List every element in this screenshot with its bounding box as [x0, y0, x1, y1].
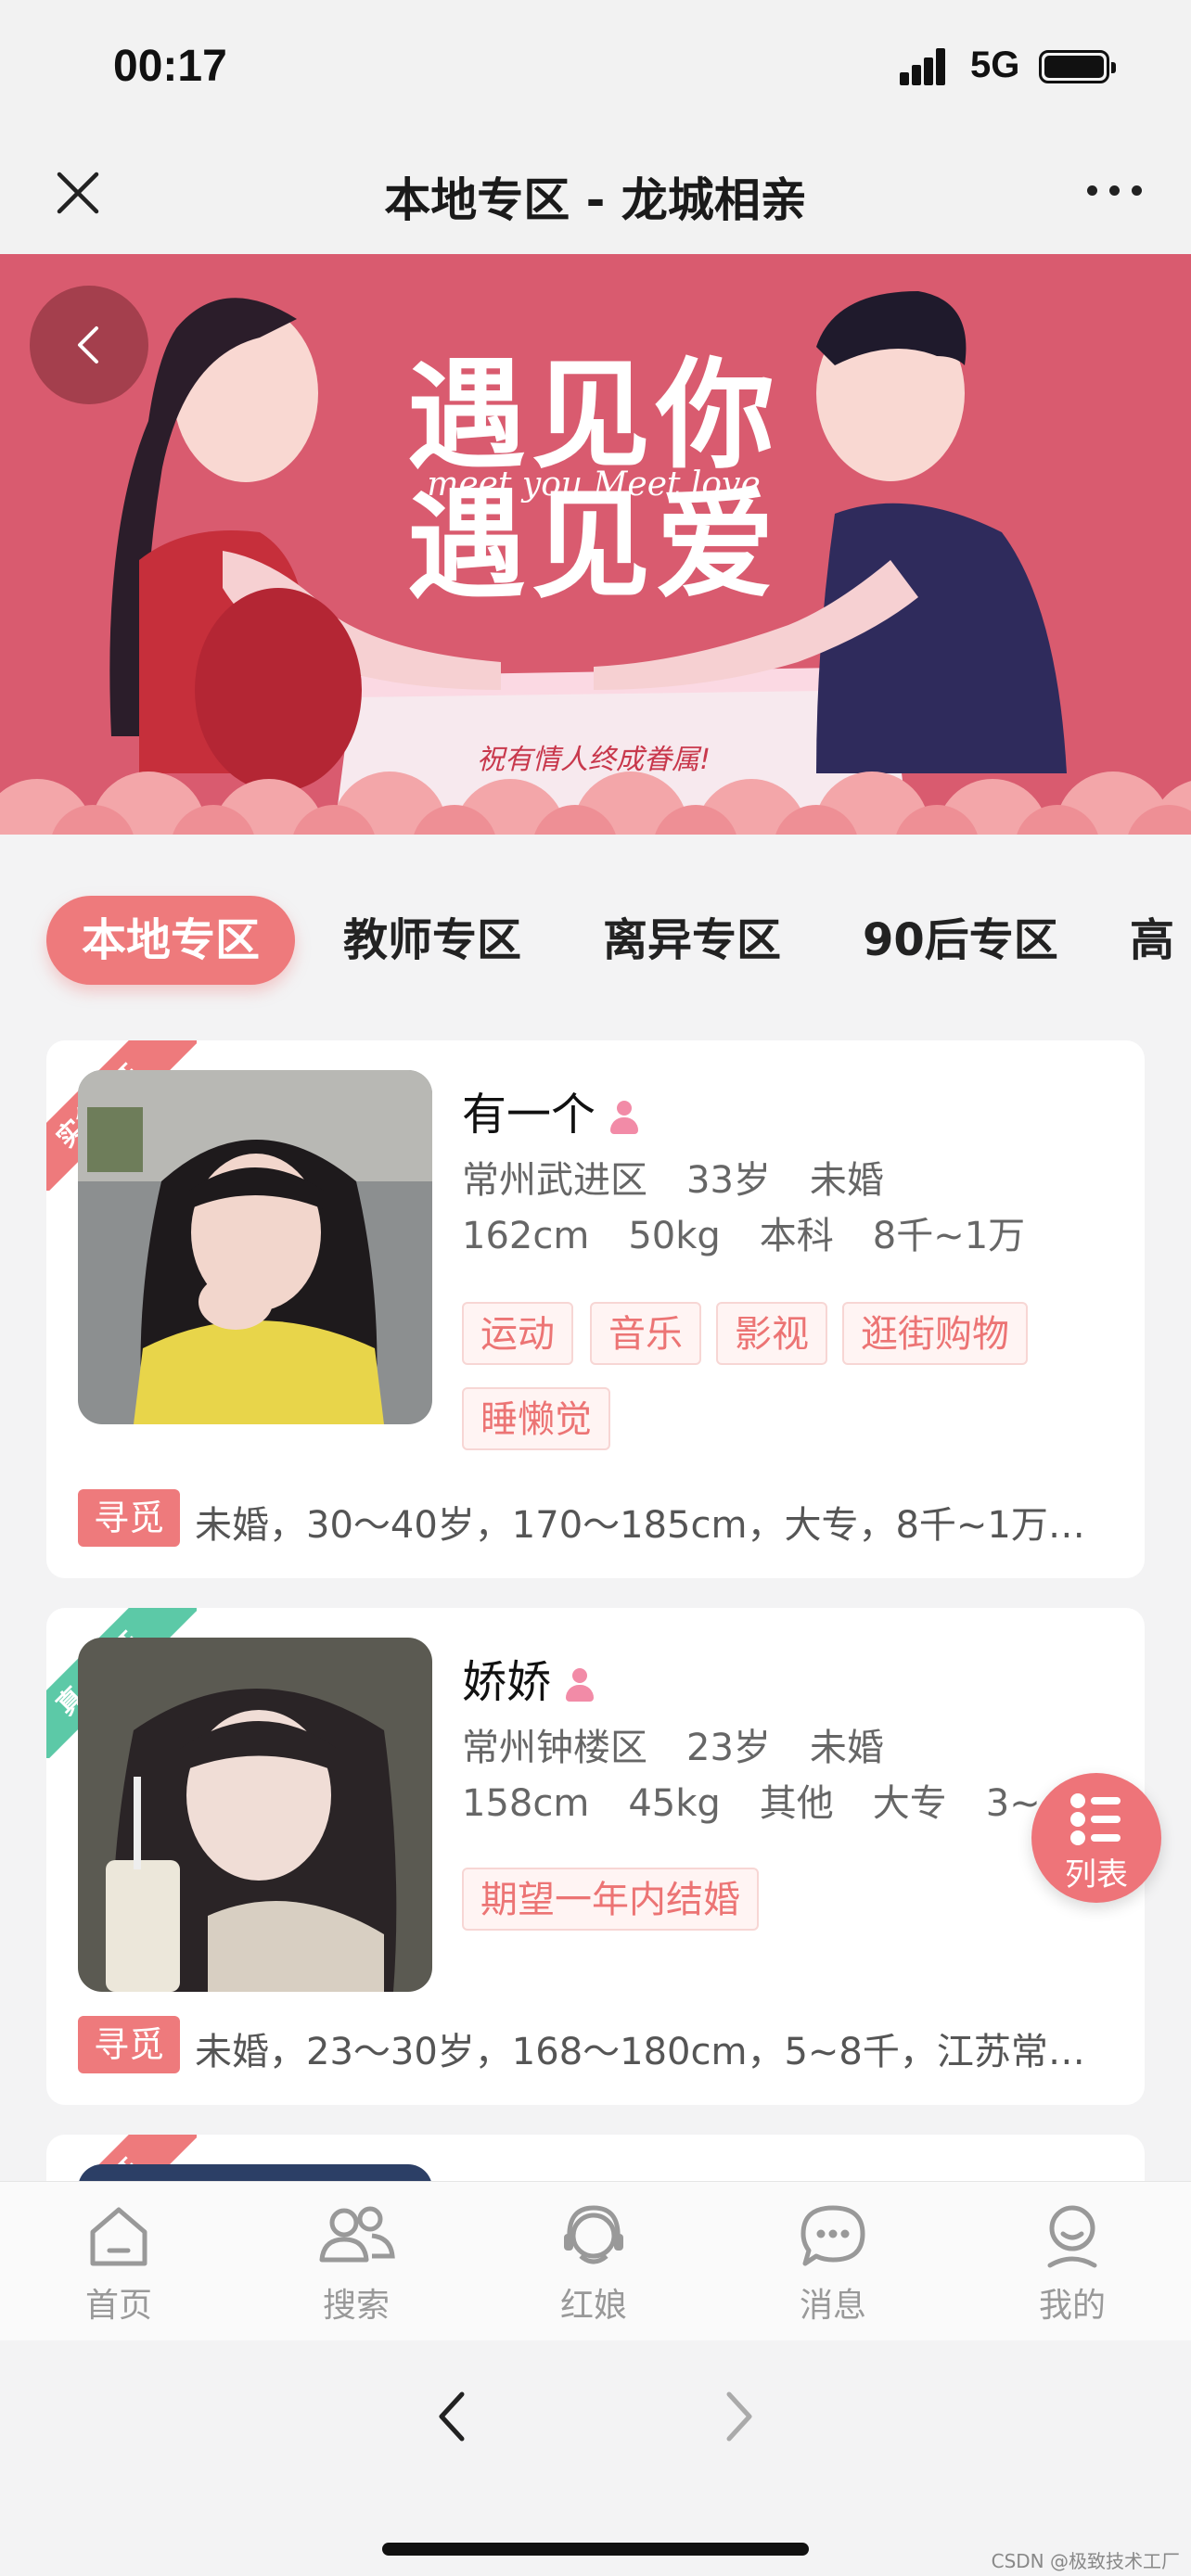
list-view-label: 列表 — [1065, 1856, 1128, 1894]
list-view-button[interactable]: 列表 — [1031, 1773, 1161, 1903]
profile-age: 23岁 — [686, 1727, 771, 1769]
profile-card[interactable]: 真人认证 娇娇 常州钟楼区23岁未婚 158cm45kg其他大专3~… 期望一年… — [46, 1608, 1145, 2105]
network-type: 5G — [970, 45, 1020, 85]
nav-bar: 本地专区 - 龙城相亲 — [0, 130, 1191, 254]
seek-criteria: 未婚，30～40岁，170～185cm，大专，8千~1万… — [195, 1504, 1085, 1547]
interest-tag: 睡懒觉 — [462, 1387, 610, 1450]
browser-toolbar: CSDN @极致技术工厂 — [0, 2340, 1191, 2576]
profile-weight: 50kg — [628, 1215, 721, 1257]
tabbar-home-label: 首页 — [84, 2287, 152, 2325]
female-icon — [608, 1099, 640, 1136]
interest-tag: 音乐 — [590, 1302, 701, 1365]
people-search-icon — [319, 2206, 395, 2263]
profile-location: 常州武进区 — [462, 1159, 647, 1202]
page-title: 本地专区 - 龙城相亲 — [384, 173, 807, 227]
home-indicator[interactable] — [382, 2543, 809, 2556]
profile-basic-info: 常州武进区 33岁 未婚 — [462, 1150, 923, 1204]
profile-name-text: 有一个 — [462, 1089, 596, 1141]
profile-height: 158cm — [462, 1782, 590, 1825]
interest-tag: 逛街购物 — [842, 1302, 1028, 1365]
tabbar-matchmaker[interactable]: 红娘 — [529, 2199, 659, 2327]
banner-wish: 祝有情人终成眷属! — [476, 744, 711, 776]
interest-tag: 影视 — [716, 1302, 827, 1365]
tab-more[interactable]: 高 — [1130, 896, 1174, 985]
tabbar-matchmaker-label: 红娘 — [559, 2287, 627, 2325]
tabbar-home[interactable]: 首页 — [54, 2199, 184, 2327]
profile-basic-info: 常州钟楼区 23岁 未婚 — [462, 1717, 923, 1771]
battery-icon — [1039, 50, 1116, 83]
profile-detail-info: 162cm 50kg 本科 8千~1万 — [462, 1205, 1064, 1259]
profile-icon — [1047, 2205, 1097, 2268]
profile-name-text: 娇娇 — [462, 1656, 552, 1708]
interest-tag: 期望一年内结婚 — [462, 1868, 759, 1931]
tabbar-search[interactable]: 搜索 — [291, 2199, 421, 2327]
interest-tag: 运动 — [462, 1302, 573, 1365]
profile-degree: 大专 — [872, 1782, 947, 1825]
profile-name: 有一个 — [462, 1078, 640, 1142]
profile-income: 8千~1万 — [872, 1215, 1026, 1257]
tabbar-messages[interactable]: 消息 — [768, 2199, 898, 2327]
category-tabs: 本地专区 教师专区 离异专区 90后专区 高 — [0, 835, 1191, 1020]
profile-education: 本科 — [759, 1215, 834, 1257]
avatar[interactable] — [78, 1638, 432, 1992]
status-time: 00:17 — [113, 42, 227, 91]
tabbar-messages-label: 消息 — [799, 2287, 866, 2325]
home-icon — [90, 2207, 147, 2266]
female-icon — [564, 1666, 596, 1703]
avatar-photo — [78, 1070, 432, 1424]
profile-card[interactable]: 实名认证 有一个 常州武进区33岁未婚 162cm50kg本科8千~1万 运动 … — [46, 1040, 1145, 1578]
tab-teacher[interactable]: 教师专区 — [343, 896, 521, 985]
seek-label: 寻觅 — [78, 1489, 180, 1547]
profile-location: 常州钟楼区 — [462, 1727, 647, 1769]
banner[interactable]: 遇见你 遇见爱 meet you Meet love 祝有情人终成眷属! — [0, 254, 1191, 835]
seek-criteria: 未婚，23～30岁，168～180cm，5~8千，江苏常… — [195, 2031, 1085, 2073]
profile-detail-info: 158cm 45kg 其他 大专 3~… — [462, 1773, 1117, 1827]
more-icon[interactable] — [1087, 182, 1143, 200]
chat-icon — [800, 2205, 865, 2266]
avatar-photo — [78, 1638, 432, 1992]
tab-post90[interactable]: 90后专区 — [863, 896, 1058, 985]
profile-weight: 45kg — [628, 1782, 721, 1825]
list-icon — [1070, 1793, 1121, 1845]
avatar[interactable] — [78, 1070, 432, 1424]
watermark: CSDN @极致技术工厂 — [991, 2550, 1180, 2572]
tab-local[interactable]: 本地专区 — [46, 896, 296, 985]
back-button[interactable] — [30, 286, 148, 404]
seek-label: 寻觅 — [78, 2016, 180, 2073]
tabbar-profile[interactable]: 我的 — [1007, 2199, 1137, 2327]
profile-marital: 未婚 — [809, 1159, 884, 1202]
chevron-left-icon — [78, 326, 98, 363]
profile-education: 其他 — [759, 1782, 834, 1825]
browser-back-icon[interactable] — [434, 2389, 471, 2444]
tabbar-search-label: 搜索 — [322, 2287, 390, 2325]
tabbar-profile-label: 我的 — [1038, 2287, 1106, 2325]
matchmaker-headset-icon — [564, 2205, 623, 2264]
signal-icon — [900, 48, 957, 85]
profile-height: 162cm — [462, 1215, 590, 1257]
profile-marital: 未婚 — [809, 1727, 884, 1769]
banner-subtitle: meet you Meet love — [427, 465, 761, 504]
tab-divorced[interactable]: 离异专区 — [603, 896, 781, 985]
profile-age: 33岁 — [686, 1159, 771, 1202]
browser-forward-icon[interactable] — [720, 2389, 757, 2444]
profile-name: 娇娇 — [462, 1645, 596, 1710]
status-bar: 00:17 5G — [0, 0, 1191, 130]
bottom-tab-bar: 首页 搜索 红娘 消息 我的 — [0, 2181, 1191, 2340]
